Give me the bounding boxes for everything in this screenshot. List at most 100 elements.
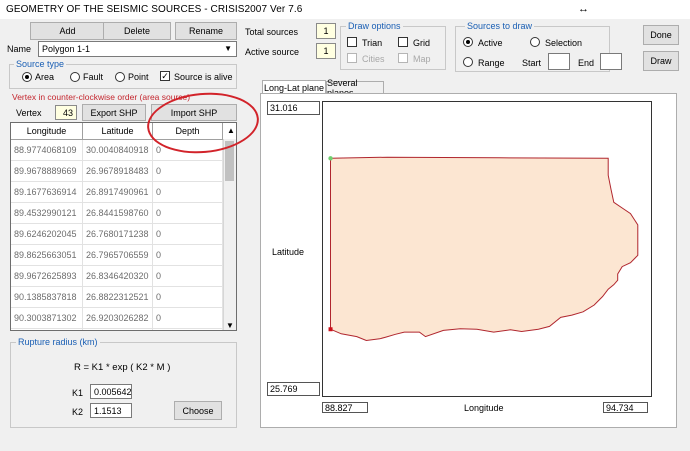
longitude-cell[interactable]: 89.9672625893 [11,266,83,286]
delete-button[interactable]: Delete [103,22,171,40]
k1-input[interactable]: 0.005642 [90,384,132,399]
point-label: Point [128,72,149,82]
k1-label: K1 [72,388,84,398]
table-row[interactable]: 90.3003871302 26.9203026282 0 [11,308,223,329]
latitude-cell[interactable]: 26.8441598760 [83,203,153,223]
end-label: End [578,58,595,68]
source-alive-checkbox[interactable]: ✓ [160,71,170,81]
longitude-cell[interactable]: 88.9774068109 [11,140,83,160]
latitude-cell[interactable]: 26.8917490961 [83,182,153,202]
x-axis-label: Longitude [464,403,504,413]
source-name-select[interactable]: Polygon 1-1 ▼ [38,41,237,57]
selection-radio[interactable] [530,37,540,47]
total-sources-label: Total sources [245,27,299,37]
longitude-cell[interactable]: 90.1385837818 [11,287,83,307]
map-label: Map [413,54,431,64]
latitude-cell[interactable]: 26.9678918483 [83,161,153,181]
scroll-down-icon[interactable]: ▼ [226,321,234,330]
latitude-cell[interactable]: 26.9203026282 [83,308,153,328]
longitude-cell[interactable]: 89.4532990121 [11,203,83,223]
depth-cell[interactable]: 0 [153,329,223,330]
trian-label: Trian [362,38,383,48]
depth-cell[interactable]: 0 [153,287,223,307]
depth-cell[interactable]: 0 [153,266,223,286]
selection-radio-label: Selection [545,38,583,48]
latitude-cell[interactable]: 26.7680171238 [83,224,153,244]
longitude-cell[interactable]: 89.6246202045 [11,224,83,244]
rename-button[interactable]: Rename [175,22,237,40]
depth-cell[interactable]: 0 [153,308,223,328]
resize-icon[interactable]: ↔ [578,3,589,15]
longitude-cell[interactable]: 89.1677636914 [11,182,83,202]
active-radio[interactable] [463,37,473,47]
y-min-label: 25.769 [267,382,320,396]
selected-vertex-marker[interactable] [328,327,333,332]
latitude-cell[interactable]: 26.9203026282 [83,329,153,330]
longitude-cell[interactable]: 89.8625663051 [11,245,83,265]
table-row[interactable]: 90.566886762826.92030262820 [11,329,223,330]
export-shp-button[interactable]: Export SHP [82,104,146,121]
range-radio-label: Range [478,58,505,68]
latitude-cell[interactable]: 26.8346420320 [83,266,153,286]
table-row[interactable]: 89.6246202045 26.7680171238 0 [11,224,223,245]
start-label: Start [522,58,542,68]
depth-cell[interactable]: 0 [153,245,223,265]
longitude-cell[interactable]: 90.5668867628 [11,329,83,330]
k2-label: K2 [72,407,84,417]
x-max-label: 94.734 [603,402,648,413]
point-radio[interactable] [115,72,125,82]
depth-cell[interactable]: 0 [153,182,223,202]
table-row[interactable]: 89.1677636914 26.8917490961 0 [11,182,223,203]
source-name-value: Polygon 1-1 [42,44,91,54]
first-vertex-marker[interactable] [328,156,333,161]
latitude-cell[interactable]: 26.8822312521 [83,287,153,307]
map-checkbox [398,53,408,63]
table-row[interactable]: 89.4532990121 26.8441598760 0 [11,203,223,224]
active-source-value: 1 [316,43,336,59]
k2-input[interactable]: 1.1513 [90,403,132,418]
window-title: GEOMETRY OF THE SEISMIC SOURCES - CRISIS… [6,4,303,15]
latitude-cell[interactable]: 26.7965706559 [83,245,153,265]
longitude-cell[interactable]: 90.3003871302 [11,308,83,328]
area-label: Area [35,72,55,82]
column-header-longitude[interactable]: Longitude [11,123,83,139]
done-button[interactable]: Done [643,25,679,45]
depth-cell[interactable]: 0 [153,203,223,223]
table-row[interactable]: 89.9672625893 26.8346420320 0 [11,266,223,287]
range-radio[interactable] [463,57,473,67]
area-radio[interactable] [22,72,32,82]
grid-label: Grid [413,38,431,48]
trian-checkbox[interactable] [347,37,357,47]
table-row[interactable]: 89.8625663051 26.7965706559 0 [11,245,223,266]
tab-long-lat-plane[interactable]: Long-Lat plane [262,80,326,94]
range-end-input[interactable] [600,53,622,70]
depth-cell[interactable]: 0 [153,224,223,244]
grid-checkbox[interactable] [398,37,408,47]
fault-label: Fault [83,72,104,82]
depth-cell[interactable]: 0 [153,161,223,181]
name-label: Name [7,44,32,54]
vertex-label: Vertex [16,108,42,118]
vertex-table[interactable]: Longitude Latitude Depth ▲ 88.9774068109… [10,122,237,331]
longitude-cell[interactable]: 89.9678889669 [11,161,83,181]
source-alive-label: Source is alive [174,72,233,82]
source-type-title: Source type [14,59,67,69]
total-sources-value: 1 [316,23,336,39]
draw-options-title: Draw options [346,21,403,31]
polygon-plot[interactable] [322,101,652,397]
table-row[interactable]: 90.1385837818 26.8822312521 0 [11,287,223,308]
fault-radio[interactable] [70,72,80,82]
add-button[interactable]: Add [30,22,105,40]
column-header-latitude[interactable]: Latitude [83,123,153,139]
cities-label: Cities [362,54,385,64]
table-row[interactable]: 89.9678889669 26.9678918483 0 [11,161,223,182]
y-axis-label: Latitude [272,247,305,257]
draw-button[interactable]: Draw [643,51,679,71]
sources-to-draw-title: Sources to draw [465,21,535,31]
range-start-input[interactable] [548,53,570,70]
chevron-down-icon: ▼ [224,44,232,53]
active-source-label: Active source [245,47,300,57]
table-scrollbar[interactable]: ▼ [223,139,236,330]
latitude-cell[interactable]: 30.0040840918 [83,140,153,160]
choose-button[interactable]: Choose [174,401,222,420]
